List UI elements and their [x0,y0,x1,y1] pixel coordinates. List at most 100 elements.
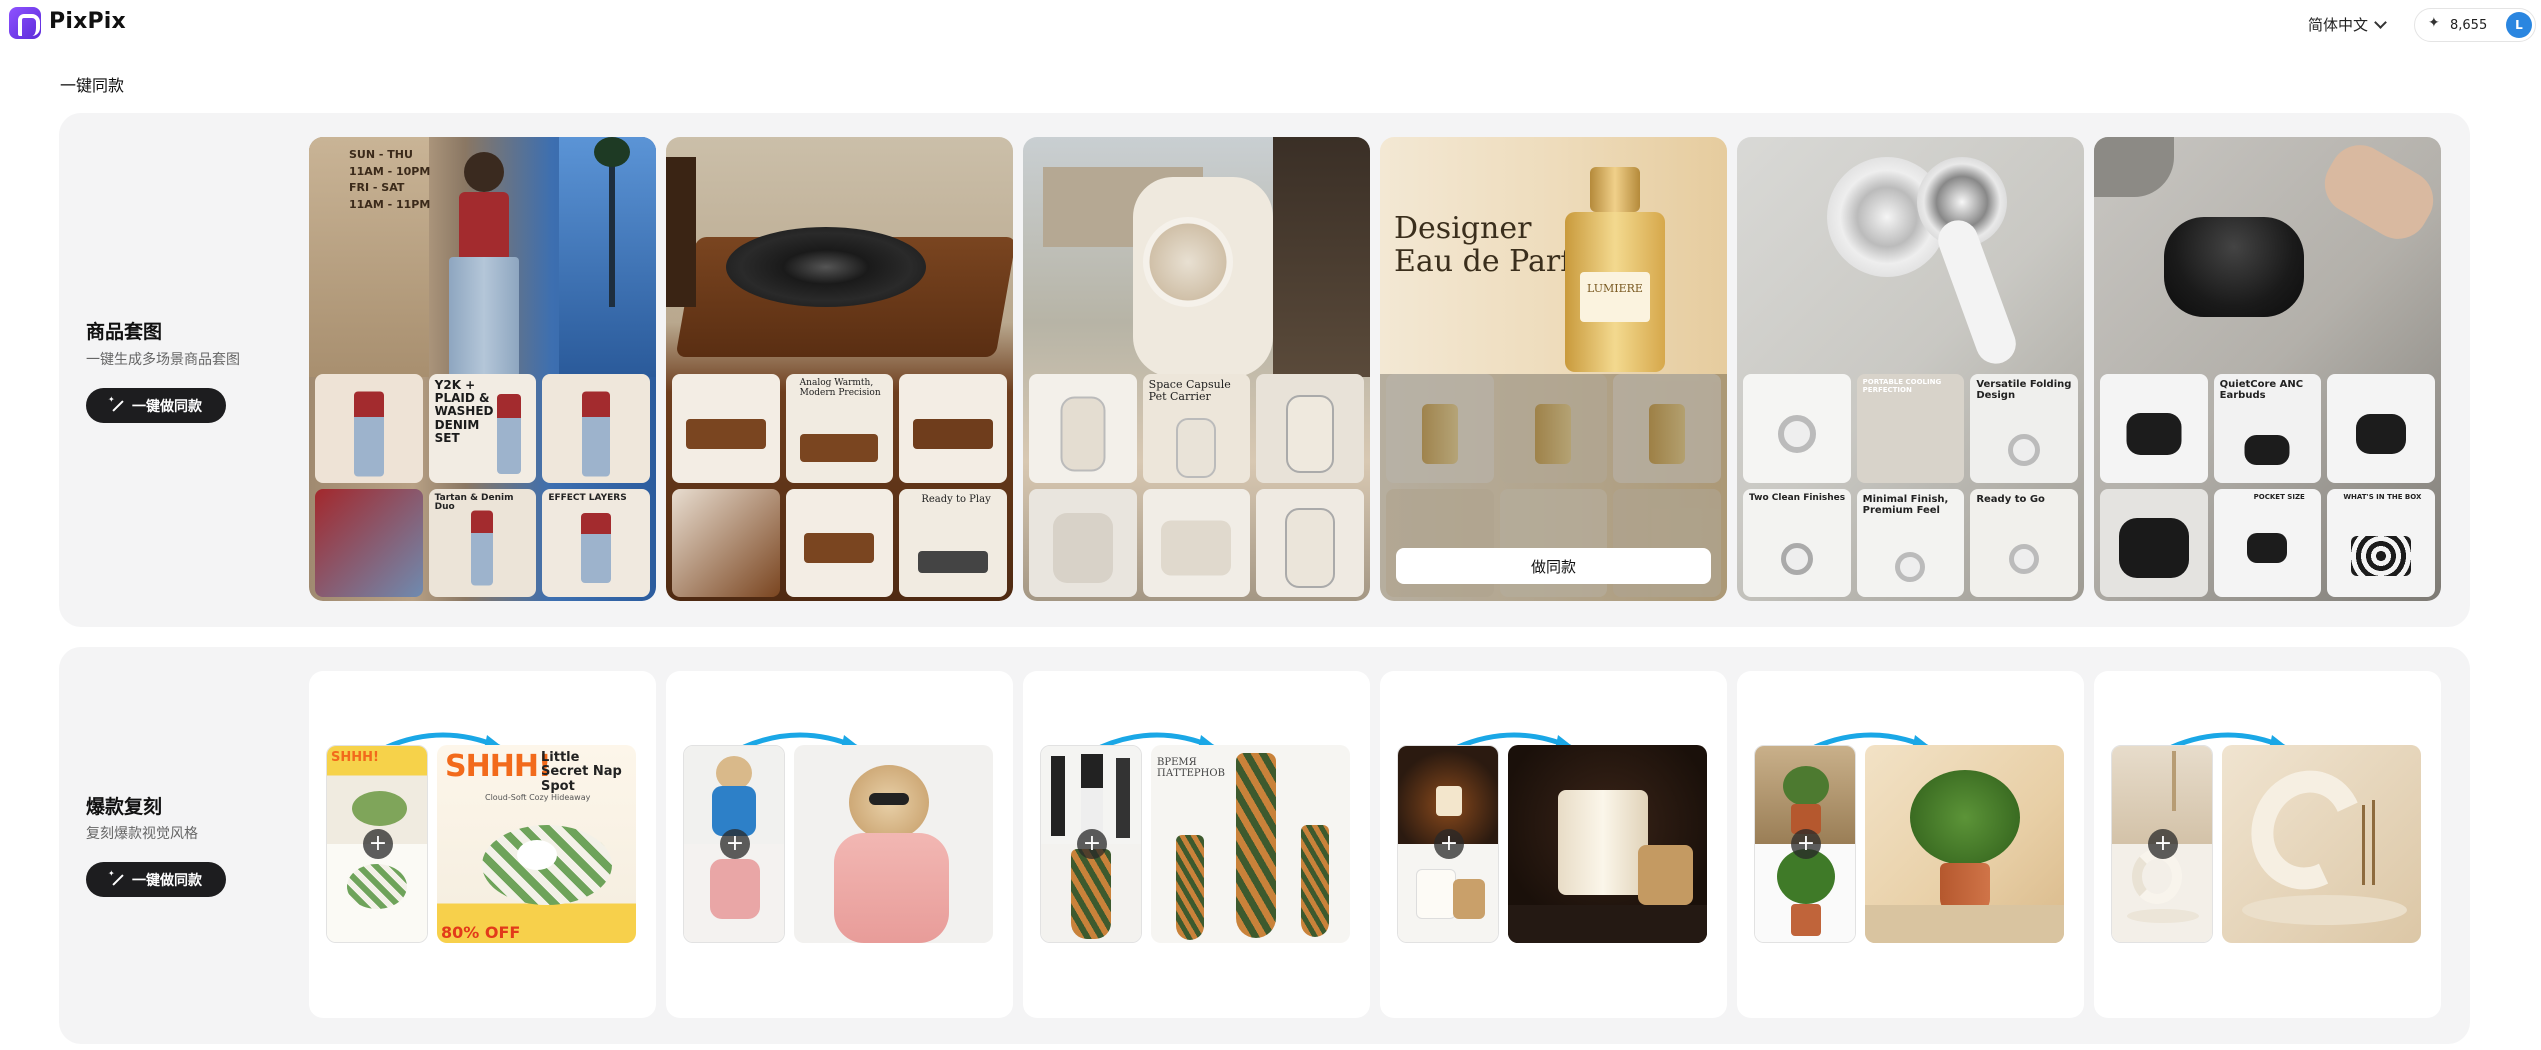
result-image [1865,745,2064,943]
tile: POCKET SIZE [2213,488,2322,597]
tile [1142,488,1251,597]
tile: Tartan & Denim Duo [428,488,537,597]
language-selector[interactable]: 简体中文 [2308,14,2387,35]
replica-card-moon-decor[interactable]: + [2094,671,2441,1018]
result-image [1508,745,1707,943]
tile [1743,374,1851,483]
tile [315,488,423,597]
result-tagline: Cloud-Soft Cozy Hideaway [485,793,591,802]
tile [1256,374,1364,483]
language-label: 简体中文 [2308,16,2369,34]
app-name[interactable]: PixPix [49,9,126,34]
tile-caption: Ready to Play [921,493,991,505]
tile: Analog Warmth, Modern Precision [785,374,894,483]
tile-caption: Two Clean Finishes [1749,492,1846,503]
source-image: + [1754,745,1856,943]
result-image: SHHH! Little Secret Nap Spot Cloud-Soft … [437,745,636,943]
tile-caption: EFFECT LAYERS [548,492,627,503]
logo-icon[interactable] [9,7,41,39]
source-image: + [683,745,785,943]
tile-grid: PORTABLE COOLING PERFECTION Versatile Fo… [1743,374,2078,597]
top-bar: PixPix 简体中文 8,655 L [0,0,2541,50]
bottle-label: LUMIERE [1580,272,1650,322]
tile [899,374,1007,483]
replica-card-candle[interactable]: + [1380,671,1727,1018]
replica-card-dress[interactable]: + ВРЕМЯ ПАТТЕРНОВ [1023,671,1370,1018]
result-image: ВРЕМЯ ПАТТЕРНОВ [1151,745,1350,943]
tile-caption: PORTABLE COOLING PERFECTION [1862,378,1942,394]
replica-card-pet-bed[interactable]: SHHH! + SHHH! Little Secret Nap Spot Clo… [309,671,656,1018]
tile-grid: Space Capsule Pet Carrier [1029,374,1364,597]
plus-icon[interactable]: + [720,829,750,859]
plus-icon[interactable]: + [363,829,393,859]
source-image: SHHH! + [326,745,428,943]
page-title: 一键同款 [60,76,125,95]
tile: Ready to Go [1970,488,2078,597]
tile: WHAT'S IN THE BOX [2327,488,2435,597]
source-image: + [2111,745,2213,943]
tile-caption: Versatile Folding Design [1976,379,2072,401]
result-image [794,745,993,943]
result-heading: SHHH! [445,749,552,784]
product-set-card-fan[interactable]: PORTABLE COOLING PERFECTION Versatile Fo… [1737,137,2084,601]
replica-card-plant[interactable]: + [1737,671,2084,1018]
tile: Space Capsule Pet Carrier [1142,374,1251,483]
result-image [2222,745,2421,943]
one-click-same-button[interactable]: 一键做同款 [86,862,226,897]
product-set-section: 商品套图 一键生成多场景商品套图 一键做同款 SUN - THU 11AM - … [59,113,2470,627]
tile: PORTABLE COOLING PERFECTION [1856,374,1965,483]
tile [2100,374,2208,483]
plus-icon[interactable]: + [2148,829,2178,859]
tile [672,374,780,483]
section-title: 商品套图 [86,321,163,343]
tile-caption: WHAT'S IN THE BOX [2343,492,2422,501]
tile [1256,488,1364,597]
tile: Y2K + PLAID & WASHED DENIM SET [428,374,537,483]
plus-icon[interactable]: + [1077,829,1107,859]
product-set-card-fashion[interactable]: SUN - THU 11AM - 10PM FRI - SAT 11AM - 1… [309,137,656,601]
tile [542,374,650,483]
tile-grid: QuietCore ANC Earbuds POCKET SIZE WHAT'S… [2100,374,2435,597]
product-set-card-turntable[interactable]: Analog Warmth, Modern Precision Ready to… [666,137,1013,601]
product-set-card-earbuds[interactable]: QuietCore ANC Earbuds POCKET SIZE WHAT'S… [2094,137,2441,601]
tile: QuietCore ANC Earbuds [2213,374,2322,483]
section-subtitle: 复刻爆款视觉风格 [86,826,198,842]
tile [315,374,423,483]
tile [1029,374,1137,483]
tile [672,488,780,597]
credits-badge[interactable]: 8,655 L [2414,8,2536,42]
tile: Versatile Folding Design [1970,374,2078,483]
tile: EFFECT LAYERS [542,488,650,597]
tile [2100,488,2208,597]
tile-caption: Analog Warmth, Modern Precision [799,378,881,398]
tile-caption: Space Capsule Pet Carrier [1148,378,1231,404]
tile-caption: POCKET SIZE [2253,492,2305,501]
one-click-same-button[interactable]: 一键做同款 [86,388,226,423]
source-image: + [1397,745,1499,943]
tile: Two Clean Finishes [1743,488,1851,597]
viral-replica-section: 爆款复刻 复刻爆款视觉风格 一键做同款 SHHH! + SHHH! Little… [59,647,2470,1044]
plus-icon[interactable]: + [1434,829,1464,859]
tile: Ready to Play [899,488,1007,597]
replica-card-dog-hoodie[interactable]: + [666,671,1013,1018]
make-same-button[interactable]: 做同款 [1396,548,1711,584]
chevron-down-icon [2374,15,2387,29]
magic-wand-icon [108,869,124,887]
button-label: 一键做同款 [132,872,202,889]
sparkle-icon [2428,15,2442,32]
credits-count: 8,655 [2450,17,2488,33]
product-set-card-perfume[interactable]: Designer Eau de Parfum LUMIERE 做同款 [1380,137,1727,601]
section-title: 爆款复刻 [86,796,163,818]
result-subheading: Little Secret Nap Spot [541,750,622,794]
source-image: + [1040,745,1142,943]
tile-caption: Minimal Finish, Premium Feel [1862,493,1949,516]
result-heading: ВРЕМЯ ПАТТЕРНОВ [1157,757,1225,779]
product-set-card-pet-carrier[interactable]: Space Capsule Pet Carrier [1023,137,1370,601]
plus-icon[interactable]: + [1791,829,1821,859]
tile-caption: QuietCore ANC Earbuds [2219,379,2304,401]
tile: Minimal Finish, Premium Feel [1856,488,1965,597]
avatar[interactable]: L [2506,12,2532,38]
tile-grid: Y2K + PLAID & WASHED DENIM SET Tartan & … [315,374,650,597]
button-label: 一键做同款 [132,398,202,415]
tile-caption: Y2K + PLAID & WASHED DENIM SET [434,378,494,445]
